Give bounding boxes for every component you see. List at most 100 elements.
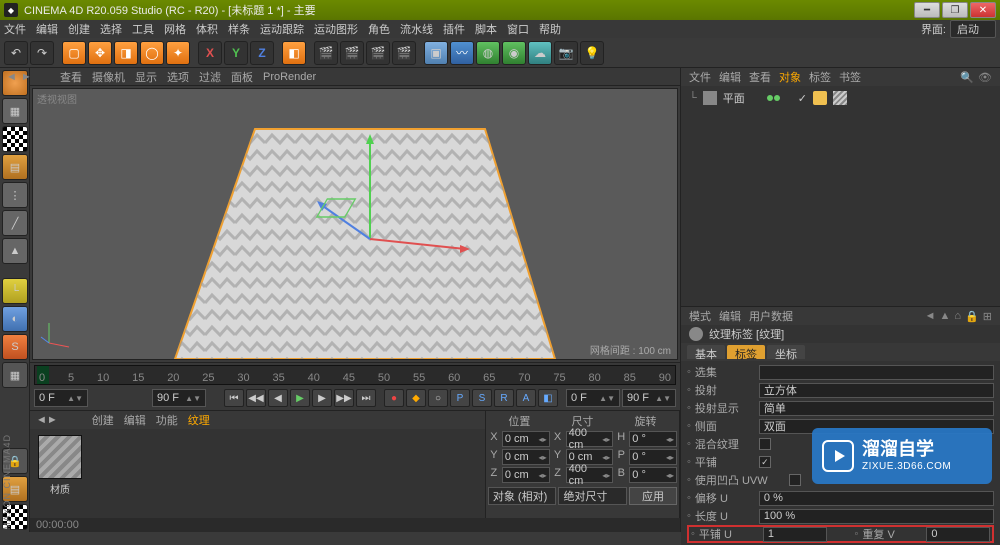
end-frame-field[interactable]: 90 F▲▼ bbox=[152, 389, 206, 407]
next-key-button[interactable]: ▶▶ bbox=[334, 389, 354, 407]
record-button[interactable]: ● bbox=[384, 389, 404, 407]
objtab-bookmarks[interactable]: 书签 bbox=[839, 69, 861, 85]
polygon-mode-button[interactable]: ▲ bbox=[2, 238, 28, 264]
view-camera[interactable]: 摄像机 bbox=[92, 69, 125, 85]
attr-prev-icon[interactable]: ◄ bbox=[925, 310, 936, 323]
material-item[interactable]: 材质 bbox=[36, 435, 84, 496]
coord-size-dropdown[interactable]: 绝对尺寸 bbox=[558, 487, 627, 505]
redo-button[interactable]: ↷ bbox=[30, 41, 54, 65]
attr-tile-checkbox[interactable] bbox=[759, 456, 771, 468]
menu-script[interactable]: 脚本 bbox=[475, 21, 497, 37]
objtab-objects[interactable]: 对象 bbox=[779, 69, 801, 85]
viewport-solo-button[interactable]: ◐ bbox=[2, 306, 28, 332]
menu-mesh[interactable]: 网格 bbox=[164, 21, 186, 37]
cube-primitive-button[interactable]: ▣ bbox=[424, 41, 448, 65]
model-mode-button[interactable]: ▦ bbox=[2, 98, 28, 124]
menu-help[interactable]: 帮助 bbox=[539, 21, 561, 37]
close-button[interactable]: ✕ bbox=[970, 2, 996, 18]
mat-prev[interactable]: ◄ bbox=[36, 414, 47, 426]
attr-mix-checkbox[interactable] bbox=[759, 438, 771, 450]
mat-next[interactable]: ► bbox=[47, 414, 58, 426]
attr-offsetu-field[interactable]: 0 % bbox=[759, 491, 994, 506]
view-prev[interactable]: ◄ bbox=[6, 71, 17, 83]
axis-button[interactable]: └ bbox=[2, 278, 28, 304]
coord-Z-pos[interactable]: 0 cm◂▸ bbox=[502, 467, 550, 483]
workplane-button[interactable]: ▤ bbox=[2, 154, 28, 180]
light-button[interactable]: 💡 bbox=[580, 41, 604, 65]
texture-tag-icon[interactable] bbox=[833, 91, 847, 105]
object-name[interactable]: 平面 bbox=[723, 90, 745, 106]
attr-selection-field[interactable] bbox=[759, 365, 994, 380]
coord-H-rot[interactable]: 0 °◂▸ bbox=[629, 431, 677, 447]
attr-up-icon[interactable]: ▲ bbox=[940, 310, 951, 323]
menu-file[interactable]: 文件 bbox=[4, 21, 26, 37]
key-pla-button[interactable]: ◧ bbox=[538, 389, 558, 407]
coord-B-rot[interactable]: 0 °◂▸ bbox=[629, 467, 677, 483]
deformer-button[interactable]: ◉ bbox=[502, 41, 526, 65]
attr-tab-edit[interactable]: 编辑 bbox=[719, 308, 741, 324]
coord-X-size[interactable]: 400 cm◂▸ bbox=[566, 431, 614, 447]
render-region-button[interactable]: 🎬 bbox=[340, 41, 364, 65]
eye-icon[interactable]: 👁 bbox=[978, 71, 992, 84]
axis-z-toggle[interactable]: Z bbox=[250, 41, 274, 65]
attr-repeatv-field[interactable]: 0 bbox=[926, 527, 990, 542]
view-filter[interactable]: 过滤 bbox=[199, 69, 221, 85]
phong-tag-icon[interactable] bbox=[813, 91, 827, 105]
render-settings-button[interactable]: 🎬 bbox=[392, 41, 416, 65]
attr-tab-userdata[interactable]: 用户数据 bbox=[749, 308, 793, 324]
key-pos-button[interactable]: P bbox=[450, 389, 470, 407]
mat-tab-texture[interactable]: 纹理 bbox=[188, 412, 210, 428]
attr-uvw-checkbox[interactable] bbox=[789, 474, 801, 486]
maximize-button[interactable]: ❐ bbox=[942, 2, 968, 18]
render-view-button[interactable]: 🎬 bbox=[314, 41, 338, 65]
menu-volume[interactable]: 体积 bbox=[196, 21, 218, 37]
mat-tab-create[interactable]: 创建 bbox=[92, 412, 114, 428]
start-frame-field[interactable]: 0 F▲▼ bbox=[34, 389, 88, 407]
view-look[interactable]: 查看 bbox=[60, 69, 82, 85]
move-tool[interactable]: ✥ bbox=[88, 41, 112, 65]
spline-button[interactable]: 〰 bbox=[450, 41, 474, 65]
keyframe-sel-button[interactable]: ○ bbox=[428, 389, 448, 407]
mat-tab-function[interactable]: 功能 bbox=[156, 412, 178, 428]
coord-X-pos[interactable]: 0 cm◂▸ bbox=[502, 431, 550, 447]
coord-apply-button[interactable]: 应用 bbox=[629, 487, 677, 505]
edge-mode-button[interactable]: ╱ bbox=[2, 210, 28, 236]
goto-start-button[interactable]: ⏮ bbox=[224, 389, 244, 407]
menu-motiontrack[interactable]: 运动跟踪 bbox=[260, 21, 304, 37]
goto-end-button[interactable]: ⏭ bbox=[356, 389, 376, 407]
view-display[interactable]: 显示 bbox=[135, 69, 157, 85]
axis-y-toggle[interactable]: Y bbox=[224, 41, 248, 65]
timeline-ruler[interactable]: 051015202530354045505560657075808590 bbox=[34, 365, 676, 385]
menu-plugins[interactable]: 插件 bbox=[443, 21, 465, 37]
attr-tileu-field[interactable]: 1 bbox=[763, 527, 827, 542]
subtab-basic[interactable]: 基本 bbox=[687, 345, 725, 359]
layout-dropdown[interactable]: 启动 bbox=[950, 20, 996, 38]
subtab-coord[interactable]: 坐标 bbox=[767, 345, 805, 359]
axis-x-toggle[interactable]: X bbox=[198, 41, 222, 65]
camera-button[interactable]: 📷 bbox=[554, 41, 578, 65]
lasttool-button[interactable]: ✦ bbox=[166, 41, 190, 65]
key-rot-button[interactable]: R bbox=[494, 389, 514, 407]
search-icon[interactable]: 🔍 bbox=[960, 71, 974, 84]
objtab-view[interactable]: 查看 bbox=[749, 69, 771, 85]
current-frame-field[interactable]: 0 F▲▼ bbox=[566, 389, 620, 407]
coord-Z-size[interactable]: 400 cm◂▸ bbox=[566, 467, 614, 483]
menu-window[interactable]: 窗口 bbox=[507, 21, 529, 37]
objtab-tags[interactable]: 标签 bbox=[809, 69, 831, 85]
undo-button[interactable]: ↶ bbox=[4, 41, 28, 65]
coord-Y-pos[interactable]: 0 cm◂▸ bbox=[502, 449, 550, 465]
environment-button[interactable]: ☁ bbox=[528, 41, 552, 65]
attr-lengthu-field[interactable]: 100 % bbox=[759, 509, 994, 524]
material-preview[interactable] bbox=[38, 435, 82, 479]
workplane2-button[interactable]: ▦ bbox=[2, 362, 28, 388]
viewport[interactable]: 透视视图 bbox=[32, 88, 678, 360]
object-tree[interactable]: └ 平面 ✓ bbox=[681, 86, 1000, 306]
attr-lock-icon[interactable]: 🔒 bbox=[965, 310, 979, 323]
menu-spline[interactable]: 样条 bbox=[228, 21, 250, 37]
minimize-button[interactable]: ━ bbox=[914, 2, 940, 18]
duration-field[interactable]: 90 F▲▼ bbox=[622, 389, 676, 407]
generator-button[interactable]: ◍ bbox=[476, 41, 500, 65]
coord-system-button[interactable]: ◧ bbox=[282, 41, 306, 65]
view-prorender[interactable]: ProRender bbox=[263, 71, 316, 83]
view-panel[interactable]: 面板 bbox=[231, 69, 253, 85]
